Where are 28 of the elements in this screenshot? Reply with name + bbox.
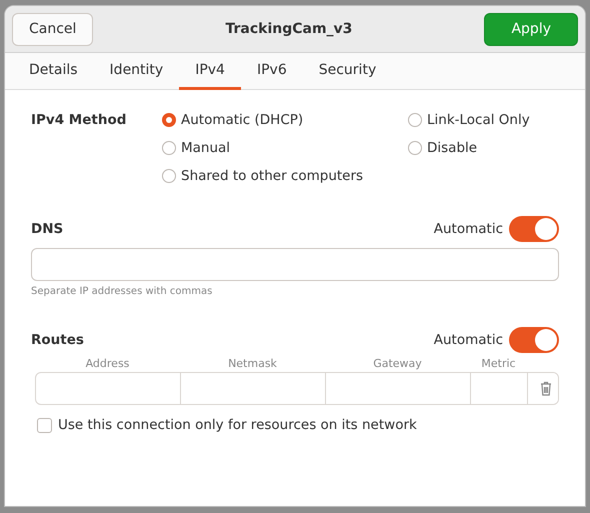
switch-label: Automatic [434,332,503,348]
radio-option[interactable]: Manual [162,134,408,162]
toggle-switch[interactable] [509,327,559,353]
section-label: DNS [31,221,64,237]
radio-option[interactable]: Automatic (DHCP) [162,106,408,134]
dns-field[interactable] [31,248,559,281]
apply-button[interactable]: Apply [484,12,578,46]
radio-option[interactable]: Disable [408,134,530,162]
column-header: Metric [481,357,516,370]
tab[interactable]: Details [13,53,94,90]
switch-label: Automatic [434,221,503,237]
cancel-button[interactable]: Cancel [12,12,94,46]
column-header: Netmask [228,357,277,370]
trash-icon[interactable] [540,381,552,396]
tab[interactable]: Identity [94,53,180,90]
toggle-switch[interactable] [509,216,559,242]
window-title: TrackingCam_v3 [225,21,352,37]
radio-option[interactable]: Shared to other computers [162,162,408,190]
tab[interactable]: Security [302,53,392,90]
section-label: Routes [31,332,84,348]
tab[interactable]: IPv4 [179,53,241,90]
checkbox-option[interactable]: Use this connection only for resources on its network [37,417,559,433]
hint-text: Separate IP addresses with commas [31,286,214,297]
section-label: IPv4 Method [31,112,128,130]
column-header: Address [86,357,130,370]
tab[interactable]: IPv6 [240,53,303,90]
column-header: Gateway [373,357,422,370]
radio-option[interactable]: Link-Local Only [408,106,530,134]
